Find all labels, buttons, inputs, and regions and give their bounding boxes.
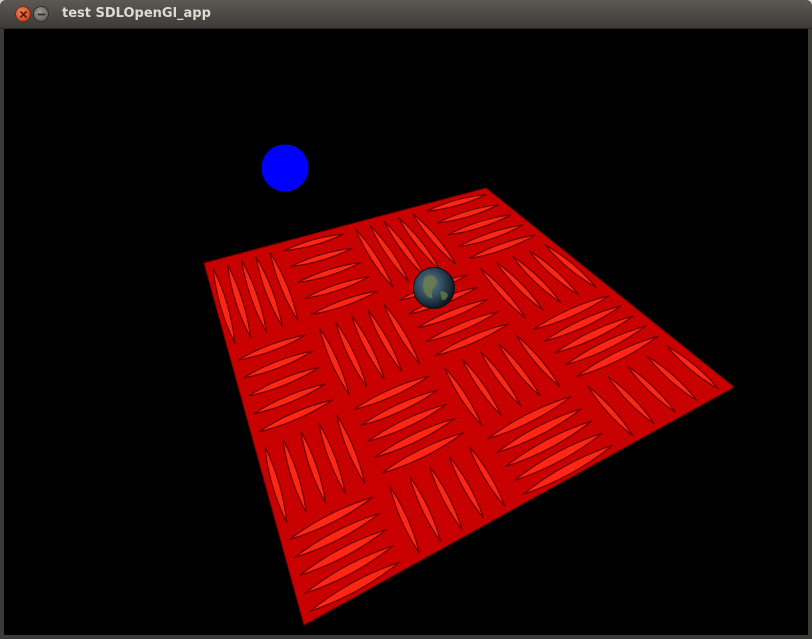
minimize-button[interactable] [33,6,49,22]
title-bar[interactable]: test SDLOpenGl_app [0,0,812,29]
window-bottom-border [0,635,812,639]
blue-sphere [261,144,309,192]
opengl-viewport[interactable] [4,29,808,635]
scene-canvas [203,144,735,626]
app-window: test SDLOpenGl_app [0,0,812,639]
minimize-icon [37,13,46,16]
close-button[interactable] [15,6,31,22]
window-title: test SDLOpenGl_app [62,6,211,21]
close-icon [20,11,27,18]
earth-sphere [413,267,455,309]
textured-floor-plane [203,187,735,626]
